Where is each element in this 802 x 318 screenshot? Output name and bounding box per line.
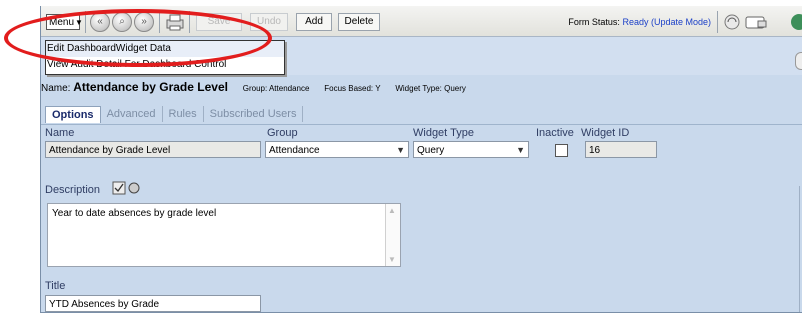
group-select[interactable]: Attendance ▼ (265, 141, 409, 158)
delete-button[interactable]: Delete (338, 13, 380, 31)
globe-icon[interactable] (785, 12, 802, 32)
group-field-label: Group (267, 127, 298, 139)
name-field-label: Name (45, 127, 75, 139)
description-value: Year to date absences by grade level (52, 208, 217, 219)
print-icon[interactable] (165, 12, 185, 32)
menu-button-label: Menu (49, 17, 75, 28)
widget-type-select-value: Query (417, 145, 445, 156)
toolbar-separator (717, 11, 718, 33)
toolbar: Menu▼ « ⌕ » Save Undo Add Delete Form St… (41, 6, 802, 37)
widget-type-field-label: Widget Type (413, 127, 474, 139)
options-panel: Name Group Widget Type Inactive Widget I… (41, 124, 802, 312)
form-status-label: Form Status: (568, 17, 620, 27)
widget-id-field[interactable]: 16 (585, 141, 657, 158)
previous-record-icon[interactable]: « (90, 12, 110, 32)
tab-rules[interactable]: Rules (163, 106, 204, 122)
widget-type-meta: Widget Type: Query (395, 84, 466, 93)
menu-item-edit-widget-data[interactable]: Edit DashboardWidget Data (46, 41, 284, 57)
title-field-label: Title (45, 280, 66, 292)
refresh-icon[interactable] (722, 12, 742, 32)
form-status: Form Status: Ready (Update Mode) (568, 17, 711, 27)
description-field-label: Description (45, 184, 100, 196)
widget-type-select[interactable]: Query ▼ (413, 141, 529, 158)
app-frame: Menu▼ « ⌕ » Save Undo Add Delete Form St… (40, 6, 802, 313)
form-status-value: Ready (Update Mode) (622, 17, 711, 27)
scroll-up-icon[interactable]: ▲ (388, 206, 396, 215)
group-select-value: Attendance (269, 145, 320, 156)
focus-meta: Focus Based: Y (324, 84, 381, 93)
title-field[interactable]: YTD Absences by Grade (45, 295, 261, 312)
group-meta: Group: Attendance (242, 84, 310, 93)
description-scrollbar[interactable]: ▲ ▼ (385, 204, 400, 266)
toolbar-separator (85, 11, 86, 33)
info-icon[interactable] (128, 182, 140, 194)
description-textarea[interactable]: Year to date absences by grade level ▲ ▼ (47, 203, 401, 267)
collapse-handle[interactable] (795, 52, 802, 70)
name-field[interactable]: Attendance by Grade Level (45, 141, 261, 158)
help-pointer-icon[interactable] (744, 12, 774, 32)
spellcheck-icon[interactable] (112, 181, 126, 195)
search-icon[interactable]: ⌕ (112, 12, 132, 32)
menu-item-view-audit-detail[interactable]: View Audit Detail For Dashboard Control (46, 57, 284, 73)
chevron-down-icon: ▼ (516, 145, 525, 155)
toolbar-separator (189, 11, 190, 33)
tab-subscribed-users[interactable]: Subscribed Users (204, 106, 304, 122)
dropdown-arrow-icon: ▼ (75, 18, 83, 27)
scroll-down-icon[interactable]: ▼ (388, 255, 396, 264)
record-name: Attendance by Grade Level (73, 80, 228, 94)
menu-button[interactable]: Menu▼ (46, 14, 83, 30)
name-label: Name: (41, 83, 71, 94)
next-record-icon[interactable]: » (134, 12, 154, 32)
inactive-checkbox[interactable] (555, 144, 568, 157)
panel-divider (799, 186, 800, 312)
inactive-field-label: Inactive (536, 127, 574, 139)
undo-button[interactable]: Undo (250, 13, 288, 31)
tab-bar: Options Advanced Rules Subscribed Users (45, 106, 304, 124)
menu-dropdown: Edit DashboardWidget Data View Audit Det… (45, 40, 285, 75)
description-label-text: Description (45, 184, 101, 196)
record-header: Name: Attendance by Grade Level Group: A… (41, 76, 802, 98)
tab-advanced[interactable]: Advanced (101, 106, 163, 122)
toolbar-separator (159, 11, 160, 33)
widget-id-field-label: Widget ID (581, 127, 630, 139)
add-button[interactable]: Add (296, 13, 332, 31)
tab-options[interactable]: Options (45, 106, 101, 123)
chevron-down-icon: ▼ (396, 145, 405, 155)
save-button[interactable]: Save (196, 13, 242, 31)
